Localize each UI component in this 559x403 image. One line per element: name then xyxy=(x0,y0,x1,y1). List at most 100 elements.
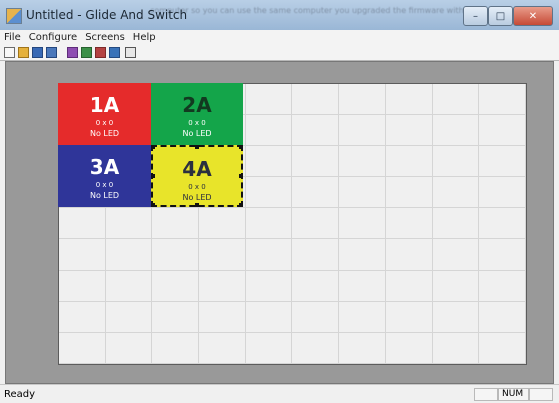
grid-cell[interactable] xyxy=(479,146,526,178)
grid-cell[interactable] xyxy=(245,301,293,333)
grid-cell[interactable] xyxy=(339,146,386,178)
resize-handle[interactable] xyxy=(151,203,155,207)
grid-cell[interactable] xyxy=(432,177,480,209)
resize-handle[interactable] xyxy=(195,145,199,149)
grid-cell[interactable] xyxy=(199,208,246,240)
grid-cell[interactable] xyxy=(385,146,433,178)
grid-cell[interactable] xyxy=(479,332,526,364)
grid-cell[interactable] xyxy=(385,332,433,364)
grid-cell[interactable] xyxy=(479,239,526,271)
open-folder-icon[interactable] xyxy=(18,47,29,58)
monitor-icon-2[interactable] xyxy=(81,47,92,58)
grid-cell[interactable] xyxy=(339,332,386,364)
screen-tile-1a[interactable]: 1A 0 x 0 No LED xyxy=(58,83,151,145)
grid-cell[interactable] xyxy=(479,270,526,302)
grid-cell[interactable] xyxy=(432,208,480,240)
grid-cell[interactable] xyxy=(59,332,106,364)
menu-screens[interactable]: Screens xyxy=(85,32,125,43)
grid-cell[interactable] xyxy=(245,84,293,116)
grid-cell[interactable] xyxy=(385,270,433,302)
grid-cell[interactable] xyxy=(59,239,106,271)
grid-cell[interactable] xyxy=(152,270,200,302)
grid-cell[interactable] xyxy=(385,301,433,333)
resize-handle[interactable] xyxy=(239,145,243,149)
screen-tile-3a[interactable]: 3A 0 x 0 No LED xyxy=(58,145,151,207)
menu-file[interactable]: File xyxy=(4,32,21,43)
grid-cell[interactable] xyxy=(479,115,526,147)
resize-handle[interactable] xyxy=(151,145,155,149)
grid-cell[interactable] xyxy=(105,332,153,364)
grid-cell[interactable] xyxy=(479,84,526,116)
grid-cell[interactable] xyxy=(292,332,340,364)
grid-cell[interactable] xyxy=(292,146,340,178)
minimize-button[interactable]: – xyxy=(463,6,488,26)
grid-cell[interactable] xyxy=(199,332,246,364)
grid-cell[interactable] xyxy=(385,115,433,147)
grid-cell[interactable] xyxy=(199,239,246,271)
grid-cell[interactable] xyxy=(479,177,526,209)
grid-cell[interactable] xyxy=(245,239,293,271)
grid-cell[interactable] xyxy=(152,332,200,364)
grid-cell[interactable] xyxy=(292,270,340,302)
grid-cell[interactable] xyxy=(245,270,293,302)
grid-cell[interactable] xyxy=(105,208,153,240)
monitor-icon-3[interactable] xyxy=(95,47,106,58)
grid-cell[interactable] xyxy=(339,115,386,147)
resize-handle[interactable] xyxy=(239,174,243,178)
screen-tile-2a[interactable]: 2A 0 x 0 No LED xyxy=(151,83,243,145)
grid-cell[interactable] xyxy=(432,332,480,364)
grid-cell[interactable] xyxy=(339,301,386,333)
grid-cell[interactable] xyxy=(59,208,106,240)
grid-cell[interactable] xyxy=(245,115,293,147)
grid-cell[interactable] xyxy=(292,301,340,333)
grid-cell[interactable] xyxy=(339,208,386,240)
grid-cell[interactable] xyxy=(339,270,386,302)
grid-cell[interactable] xyxy=(432,146,480,178)
close-button[interactable]: ✕ xyxy=(513,6,553,26)
grid-cell[interactable] xyxy=(199,301,246,333)
new-file-icon[interactable] xyxy=(4,47,15,58)
maximize-button[interactable]: □ xyxy=(488,6,513,26)
grid-cell[interactable] xyxy=(105,239,153,271)
grid-cell[interactable] xyxy=(385,177,433,209)
grid-cell[interactable] xyxy=(339,239,386,271)
grid-cell[interactable] xyxy=(339,84,386,116)
save-icon[interactable] xyxy=(32,47,43,58)
grid-cell[interactable] xyxy=(59,301,106,333)
grid-cell[interactable] xyxy=(245,208,293,240)
workspace[interactable]: 1A 0 x 0 No LED 2A 0 x 0 No LED 3A 0 x 0 No LED 4… xyxy=(5,61,554,384)
grid-cell[interactable] xyxy=(292,239,340,271)
grid-cell[interactable] xyxy=(245,332,293,364)
resize-handle[interactable] xyxy=(195,203,199,207)
grid-cell[interactable] xyxy=(385,239,433,271)
grid-cell[interactable] xyxy=(199,270,246,302)
menu-configure[interactable]: Configure xyxy=(29,32,77,43)
monitor-icon-4[interactable] xyxy=(109,47,120,58)
save-as-icon[interactable] xyxy=(46,47,57,58)
title-bar[interactable]: computer so you can use the same compute… xyxy=(0,0,559,30)
grid-cell[interactable] xyxy=(479,301,526,333)
grid-cell[interactable] xyxy=(152,239,200,271)
grid-cell[interactable] xyxy=(292,177,340,209)
grid-cell[interactable] xyxy=(292,115,340,147)
grid-cell[interactable] xyxy=(59,270,106,302)
grid-cell[interactable] xyxy=(339,177,386,209)
grid-cell[interactable] xyxy=(432,84,480,116)
grid-cell[interactable] xyxy=(105,270,153,302)
grid-cell[interactable] xyxy=(385,208,433,240)
print-icon[interactable] xyxy=(125,47,136,58)
grid-cell[interactable] xyxy=(432,270,480,302)
grid-cell[interactable] xyxy=(245,177,293,209)
grid-cell[interactable] xyxy=(385,84,433,116)
grid-cell[interactable] xyxy=(245,146,293,178)
menu-help[interactable]: Help xyxy=(133,32,156,43)
grid-cell[interactable] xyxy=(152,301,200,333)
grid-cell[interactable] xyxy=(432,115,480,147)
screen-tile-4a[interactable]: 4A 0 x 0 No LED xyxy=(151,145,243,207)
grid-cell[interactable] xyxy=(292,84,340,116)
grid-cell[interactable] xyxy=(292,208,340,240)
grid-cell[interactable] xyxy=(479,208,526,240)
monitor-icon-1[interactable] xyxy=(67,47,78,58)
grid-cell[interactable] xyxy=(432,301,480,333)
grid-cell[interactable] xyxy=(105,301,153,333)
